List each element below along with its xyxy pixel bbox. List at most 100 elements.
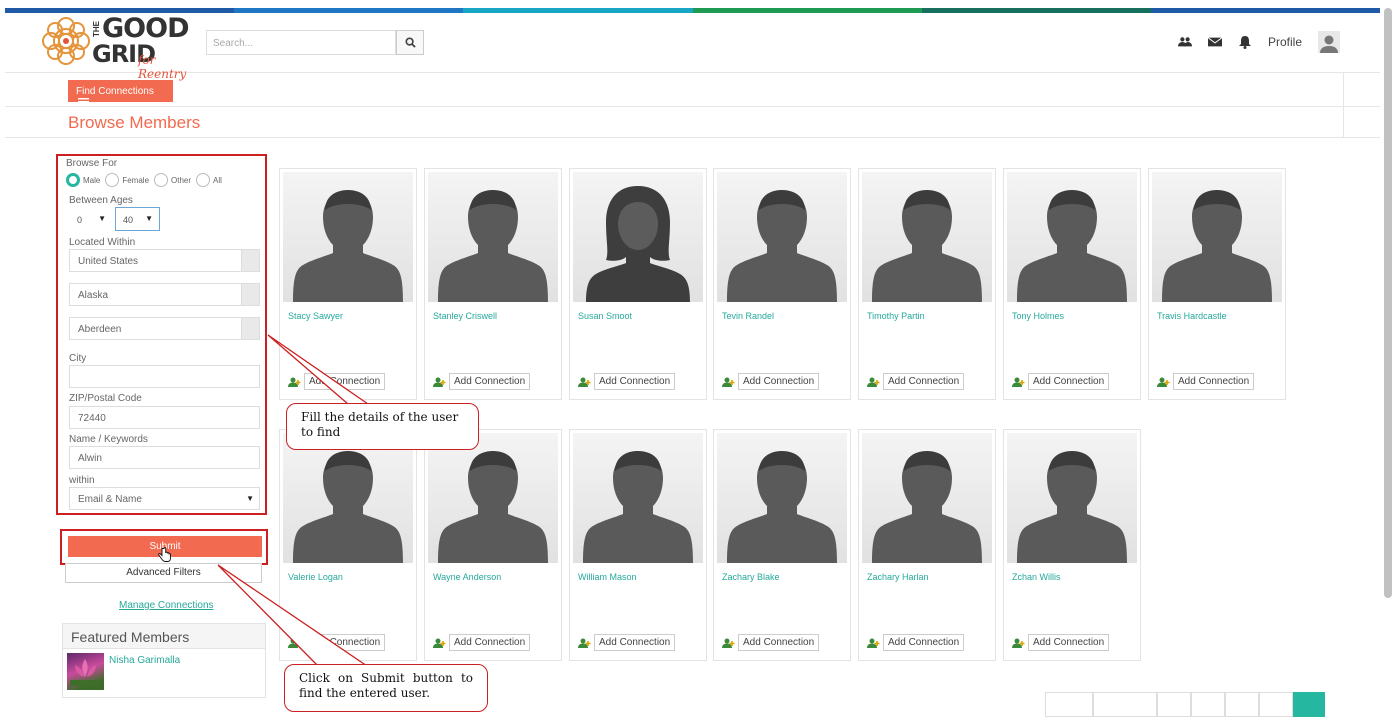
member-photo[interactable]: [1007, 433, 1137, 563]
add-user-icon: [867, 377, 880, 387]
pagination-item[interactable]: [1045, 692, 1093, 717]
radio-female[interactable]: [105, 173, 120, 187]
add-connection-button[interactable]: Add Connection: [722, 634, 820, 651]
male-avatar-icon: [1017, 190, 1127, 302]
featured-members-title: Featured Members: [63, 624, 265, 649]
site-logo[interactable]: THE GOOD GRID for Reentry: [40, 15, 200, 81]
city-select[interactable]: Aberdeen: [69, 317, 260, 340]
pagination-item[interactable]: [1259, 692, 1293, 717]
add-connection-label: Add Connection: [883, 634, 965, 651]
add-connection-button[interactable]: Add Connection: [288, 634, 386, 651]
member-photo[interactable]: [573, 433, 703, 563]
within-label: within: [69, 475, 95, 486]
member-card: Susan Smoot Add Connection: [569, 168, 707, 400]
select-addon: [241, 317, 260, 340]
add-connection-button[interactable]: Add Connection: [722, 373, 820, 390]
member-photo[interactable]: [862, 433, 992, 563]
member-photo[interactable]: [428, 172, 558, 302]
dropdown-arrow-icon: ▼: [145, 214, 153, 223]
manage-connections-link[interactable]: Manage Connections: [119, 600, 214, 611]
add-connection-button[interactable]: Add Connection: [1012, 634, 1110, 651]
add-connection-button[interactable]: Add Connection: [1157, 373, 1255, 390]
member-name[interactable]: Zchan Willis: [1012, 572, 1061, 582]
member-photo[interactable]: [862, 172, 992, 302]
callout-text: Click on Submit button to find the enter…: [299, 671, 473, 700]
member-name[interactable]: Susan Smoot: [578, 311, 632, 321]
member-photo[interactable]: [1152, 172, 1282, 302]
add-user-icon: [1157, 377, 1170, 387]
add-connection-button[interactable]: Add Connection: [433, 373, 531, 390]
member-photo[interactable]: [428, 433, 558, 563]
profile-link[interactable]: Profile: [1268, 35, 1302, 49]
bell-icon[interactable]: [1238, 35, 1252, 49]
member-card: Tevin Randel Add Connection: [713, 168, 851, 400]
state-select[interactable]: Alaska: [69, 283, 260, 306]
member-photo[interactable]: [1007, 172, 1137, 302]
within-value: Email & Name: [78, 494, 142, 505]
divider: [1343, 73, 1344, 138]
city-input[interactable]: [69, 365, 260, 388]
member-photo[interactable]: [283, 433, 413, 563]
callout-fill-details: Fill the details of the user to find: [286, 403, 479, 450]
member-photo[interactable]: [717, 172, 847, 302]
gender-radio-group: Male Female Other All: [66, 173, 225, 187]
member-name[interactable]: William Mason: [578, 572, 637, 582]
list-icon: [78, 98, 89, 106]
zip-input[interactable]: 72440: [69, 406, 260, 429]
within-select[interactable]: Email & Name ▼: [69, 487, 260, 510]
users-icon[interactable]: [1177, 35, 1192, 49]
female-avatar-icon: [586, 186, 690, 302]
located-within-label: Located Within: [69, 237, 136, 248]
member-name[interactable]: Tevin Randel: [722, 311, 774, 321]
member-photo[interactable]: [717, 433, 847, 563]
add-connection-button[interactable]: Add Connection: [288, 373, 386, 390]
radio-all[interactable]: [196, 173, 211, 187]
member-name[interactable]: Zachary Blake: [722, 572, 780, 582]
add-connection-button[interactable]: Add Connection: [433, 634, 531, 651]
member-name[interactable]: Valerie Logan: [288, 572, 343, 582]
featured-member-photo[interactable]: [67, 653, 104, 690]
member-photo[interactable]: [283, 172, 413, 302]
member-card: Zachary Harlan Add Connection: [858, 429, 996, 661]
scrollbar[interactable]: [1384, 8, 1392, 598]
country-select[interactable]: United States: [69, 249, 260, 272]
add-connection-button[interactable]: Add Connection: [867, 634, 965, 651]
add-connection-button[interactable]: Add Connection: [1012, 373, 1110, 390]
add-connection-button[interactable]: Add Connection: [578, 373, 676, 390]
pagination-active[interactable]: [1293, 692, 1325, 717]
envelope-icon[interactable]: [1207, 35, 1222, 49]
member-name[interactable]: Zachary Harlan: [867, 572, 929, 582]
search-input[interactable]: Search...: [206, 30, 396, 55]
pagination-item[interactable]: [1157, 692, 1191, 717]
keywords-input[interactable]: Alwin: [69, 446, 260, 469]
member-name[interactable]: Wayne Anderson: [433, 572, 501, 582]
add-connection-label: Add Connection: [449, 373, 531, 390]
radio-other[interactable]: [154, 173, 169, 187]
member-name[interactable]: Stanley Criswell: [433, 311, 497, 321]
age-min-select[interactable]: 0 ▼: [69, 207, 113, 231]
male-avatar-icon: [293, 451, 403, 563]
add-connection-label: Add Connection: [1173, 373, 1255, 390]
member-name[interactable]: Stacy Sawyer: [288, 311, 343, 321]
add-connection-label: Add Connection: [738, 634, 820, 651]
pagination-item[interactable]: [1093, 692, 1157, 717]
member-name[interactable]: Tony Holmes: [1012, 311, 1064, 321]
pagination-item[interactable]: [1225, 692, 1259, 717]
member-name[interactable]: Timothy Partin: [867, 311, 925, 321]
age-max-value: 40: [123, 215, 134, 225]
select-addon: [241, 283, 260, 306]
find-connections-button[interactable]: Find Connections: [68, 80, 173, 106]
advanced-filters-button[interactable]: Advanced Filters: [65, 563, 262, 583]
member-name[interactable]: Travis Hardcastle: [1157, 311, 1227, 321]
search-button[interactable]: [396, 30, 424, 55]
user-avatar[interactable]: [1318, 31, 1340, 53]
member-card: Tony Holmes Add Connection: [1003, 168, 1141, 400]
pagination-item[interactable]: [1191, 692, 1225, 717]
radio-male[interactable]: [66, 173, 80, 187]
member-photo[interactable]: [573, 172, 703, 302]
add-connection-label: Add Connection: [1028, 373, 1110, 390]
age-max-select[interactable]: 40 ▼: [115, 207, 160, 231]
add-connection-button[interactable]: Add Connection: [867, 373, 965, 390]
featured-member-name[interactable]: Nisha Garimalla: [109, 655, 180, 666]
add-connection-button[interactable]: Add Connection: [578, 634, 676, 651]
